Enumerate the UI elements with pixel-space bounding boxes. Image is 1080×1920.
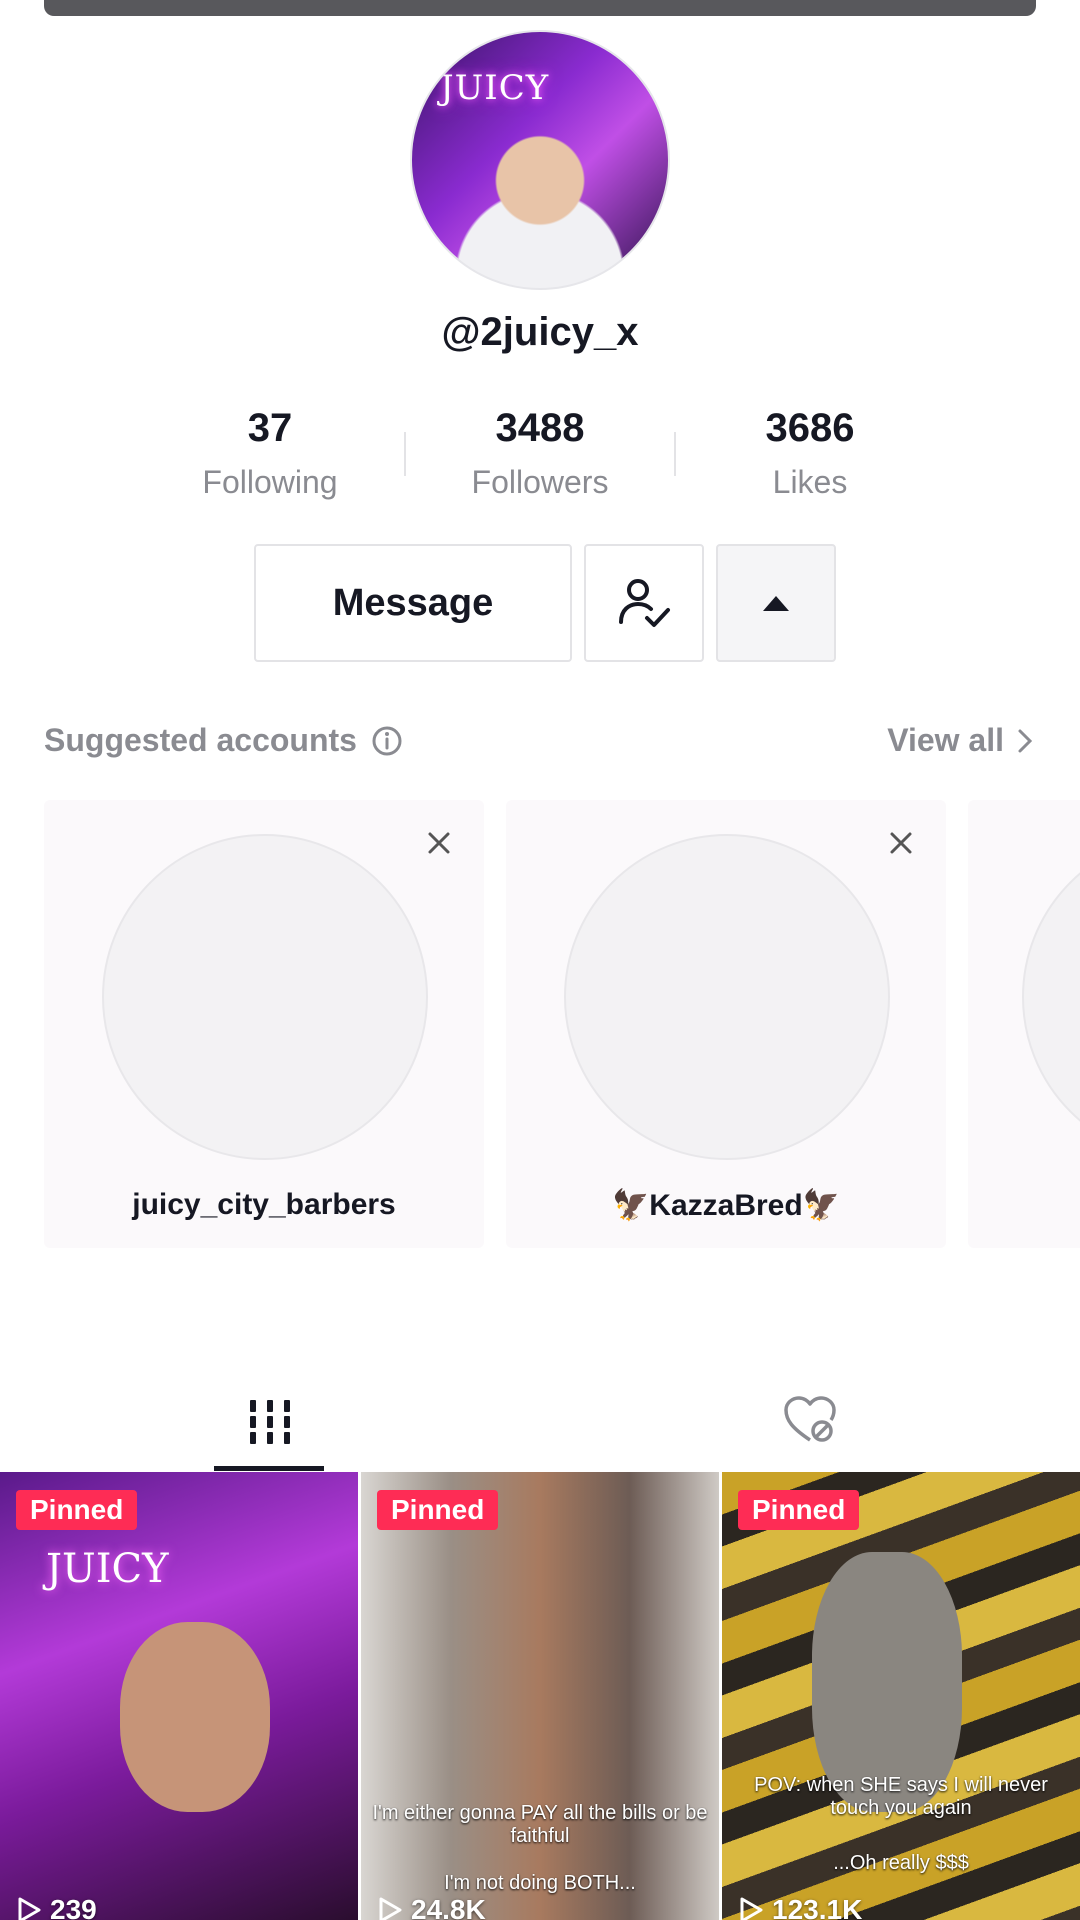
view-all-label: View all	[887, 722, 1004, 758]
play-icon	[18, 1897, 41, 1920]
view-count: 239	[16, 1894, 97, 1920]
view-count-value: 239	[50, 1894, 97, 1920]
profile-tabs	[0, 1380, 1080, 1472]
view-count-value: 24.8K	[411, 1894, 486, 1920]
stat-following-label: Following	[202, 464, 338, 500]
video-grid: JUICY Pinned 239 I'm either gonna PAY al…	[0, 1472, 1080, 1920]
info-icon[interactable]	[371, 725, 403, 757]
suggested-account-avatar[interactable]	[564, 834, 890, 1160]
video-caption-secondary: ...Oh really $$$	[833, 1852, 969, 1874]
avatar-neon-sign: JUICY	[440, 68, 550, 108]
video-thumbnail[interactable]: I'm either gonna PAY all the bills or be…	[361, 1472, 719, 1920]
stat-followers-label: Followers	[471, 464, 609, 500]
view-all-link[interactable]: View all	[887, 722, 1036, 759]
play-icon	[379, 1897, 402, 1920]
video-caption: I'm either gonna PAY all the bills or be…	[372, 1802, 708, 1847]
suggested-accounts-title: Suggested accounts	[44, 722, 357, 758]
following-status-button[interactable]	[584, 544, 704, 662]
message-button[interactable]: Message	[254, 544, 572, 662]
profile-avatar[interactable]: JUICY	[410, 30, 670, 290]
stat-likes[interactable]: 3686 Likes	[690, 400, 930, 508]
thumbnail-hand	[812, 1552, 962, 1812]
play-icon	[740, 1897, 763, 1920]
profile-stats: 37 Following 3488 Followers 3686 Likes	[0, 400, 1080, 510]
stat-likes-value: 3686	[765, 406, 855, 450]
stat-following-value: 37	[247, 406, 293, 450]
suggested-accounts-header: Suggested accounts	[44, 722, 403, 759]
view-count-value: 123.1K	[772, 1894, 863, 1920]
suggested-account-card[interactable]: 🦅KazzaBred🦅	[506, 800, 946, 1248]
caret-up-icon	[763, 596, 789, 611]
more-options-button[interactable]	[716, 544, 836, 662]
thumbnail-neon-sign: JUICY	[46, 1546, 169, 1592]
video-caption-secondary: I'm not doing BOTH...	[444, 1872, 636, 1894]
suggested-account-name: juicy_city_barbers	[132, 1188, 396, 1221]
stat-followers[interactable]: 3488 Followers	[420, 400, 660, 508]
suggested-account-card[interactable]: juicy_city_barbers	[44, 800, 484, 1248]
stat-followers-value: 3488	[495, 406, 585, 450]
tab-active-indicator	[214, 1466, 324, 1471]
stat-following[interactable]: 37 Following	[150, 400, 390, 508]
close-icon[interactable]	[886, 828, 916, 858]
status-bar	[44, 0, 1036, 16]
close-icon[interactable]	[424, 828, 454, 858]
suggested-account-avatar[interactable]	[102, 834, 428, 1160]
video-thumbnail[interactable]: JUICY Pinned 239	[0, 1472, 358, 1920]
pinned-badge: Pinned	[16, 1490, 138, 1530]
view-count: 24.8K	[377, 1894, 486, 1920]
user-check-icon	[619, 579, 670, 627]
chevron-right-icon	[1018, 729, 1033, 752]
pinned-badge: Pinned	[738, 1490, 860, 1530]
video-thumbnail[interactable]: POV: when SHE says I will never touch yo…	[722, 1472, 1080, 1920]
pinned-badge: Pinned	[377, 1490, 499, 1530]
profile-username: @2juicy_x	[441, 310, 639, 354]
thumbnail-face	[120, 1622, 270, 1812]
suggested-account-card-partial[interactable]	[968, 800, 1080, 1248]
liked-hidden-icon[interactable]	[782, 1394, 838, 1446]
suggested-account-avatar[interactable]	[1022, 834, 1080, 1160]
stat-divider	[674, 432, 676, 476]
video-caption: POV: when SHE says I will never touch yo…	[754, 1774, 1048, 1819]
stat-divider	[404, 432, 406, 476]
view-count: 123.1K	[738, 1894, 862, 1920]
videos-grid-icon[interactable]	[248, 1398, 292, 1446]
stat-likes-label: Likes	[772, 464, 848, 500]
suggested-account-name: 🦅KazzaBred🦅	[611, 1189, 841, 1222]
